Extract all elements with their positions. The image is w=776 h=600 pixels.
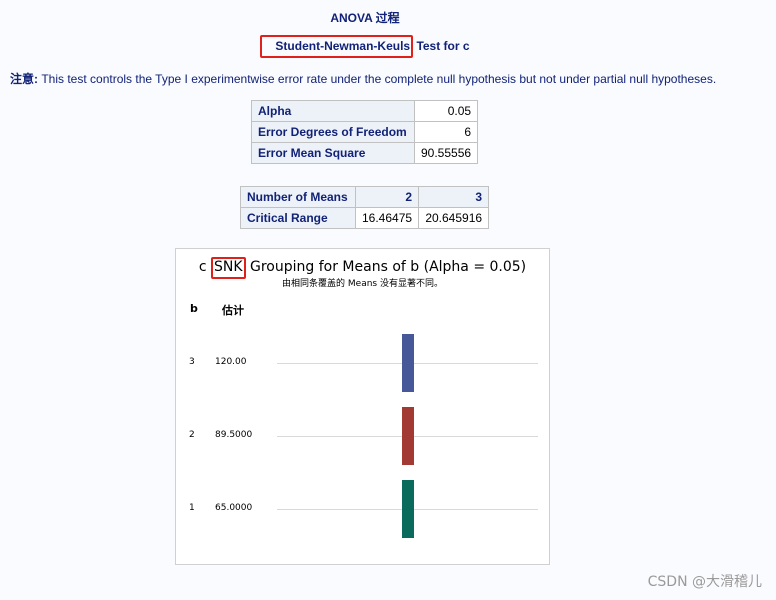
stat-value: 6 [413, 121, 479, 143]
critical-range-table: Number of Means 2 3 Critical Range 16.46… [240, 186, 490, 229]
column-header-estimate: 估计 [222, 304, 244, 317]
test-title: Student-Newman-Keuls Test for c [0, 35, 730, 58]
number-of-means-label: Number of Means [240, 186, 356, 208]
note-label: 注意: [10, 72, 38, 86]
means-count: 2 [354, 186, 420, 208]
note-text: This test controls the Type I experiment… [41, 72, 717, 86]
column-header-b: b [190, 302, 198, 315]
table-row: Error Mean Square 90.55556 [251, 142, 479, 164]
critical-range-value: 20.645916 [418, 207, 490, 229]
stat-label: Error Degrees of Freedom [251, 121, 415, 143]
snk-grouping-plot: c SNK Grouping for Means of b (Alpha = 0… [175, 248, 550, 565]
stat-value: 90.55556 [413, 142, 479, 164]
critical-range-label: Critical Range [240, 207, 356, 229]
plot-title: c SNK Grouping for Means of b (Alpha = 0… [176, 257, 549, 279]
row-estimate-label: 89.5000 [215, 430, 253, 440]
row-estimate-label: 120.00 [215, 357, 247, 367]
grouping-bar [402, 480, 414, 538]
note: 注意: This test controls the Type I experi… [10, 70, 716, 87]
table-row: Critical Range 16.46475 20.645916 [240, 207, 490, 229]
row-b-label: 3 [189, 357, 195, 367]
row-b-label: 2 [189, 430, 195, 440]
row-b-label: 1 [189, 503, 195, 513]
test-title-suffix: Test for c [413, 39, 470, 53]
grouping-bar [402, 407, 414, 465]
stats-table: Alpha 0.05 Error Degrees of Freedom 6 Er… [251, 100, 479, 164]
grouping-bar [402, 334, 414, 392]
test-name: Student-Newman-Keuls [275, 39, 411, 53]
row-estimate-label: 65.0000 [215, 503, 253, 513]
stat-label: Alpha [251, 100, 415, 122]
stat-value: 0.05 [413, 100, 479, 122]
highlight-box-test-name: Student-Newman-Keuls [260, 35, 414, 58]
table-row: Alpha 0.05 [251, 100, 479, 122]
plot-subtitle: 由相同条覆盖的 Means 没有显著不同。 [282, 279, 443, 289]
procedure-title: ANOVA 过程 [330, 11, 400, 25]
table-row: Error Degrees of Freedom 6 [251, 121, 479, 143]
table-row: Number of Means 2 3 [240, 186, 490, 208]
watermark: CSDN @大滑稽儿 [647, 574, 762, 590]
means-count: 3 [418, 186, 490, 208]
plot-title-snk: SNK [214, 259, 243, 275]
critical-range-value: 16.46475 [354, 207, 420, 229]
stat-label: Error Mean Square [251, 142, 415, 164]
